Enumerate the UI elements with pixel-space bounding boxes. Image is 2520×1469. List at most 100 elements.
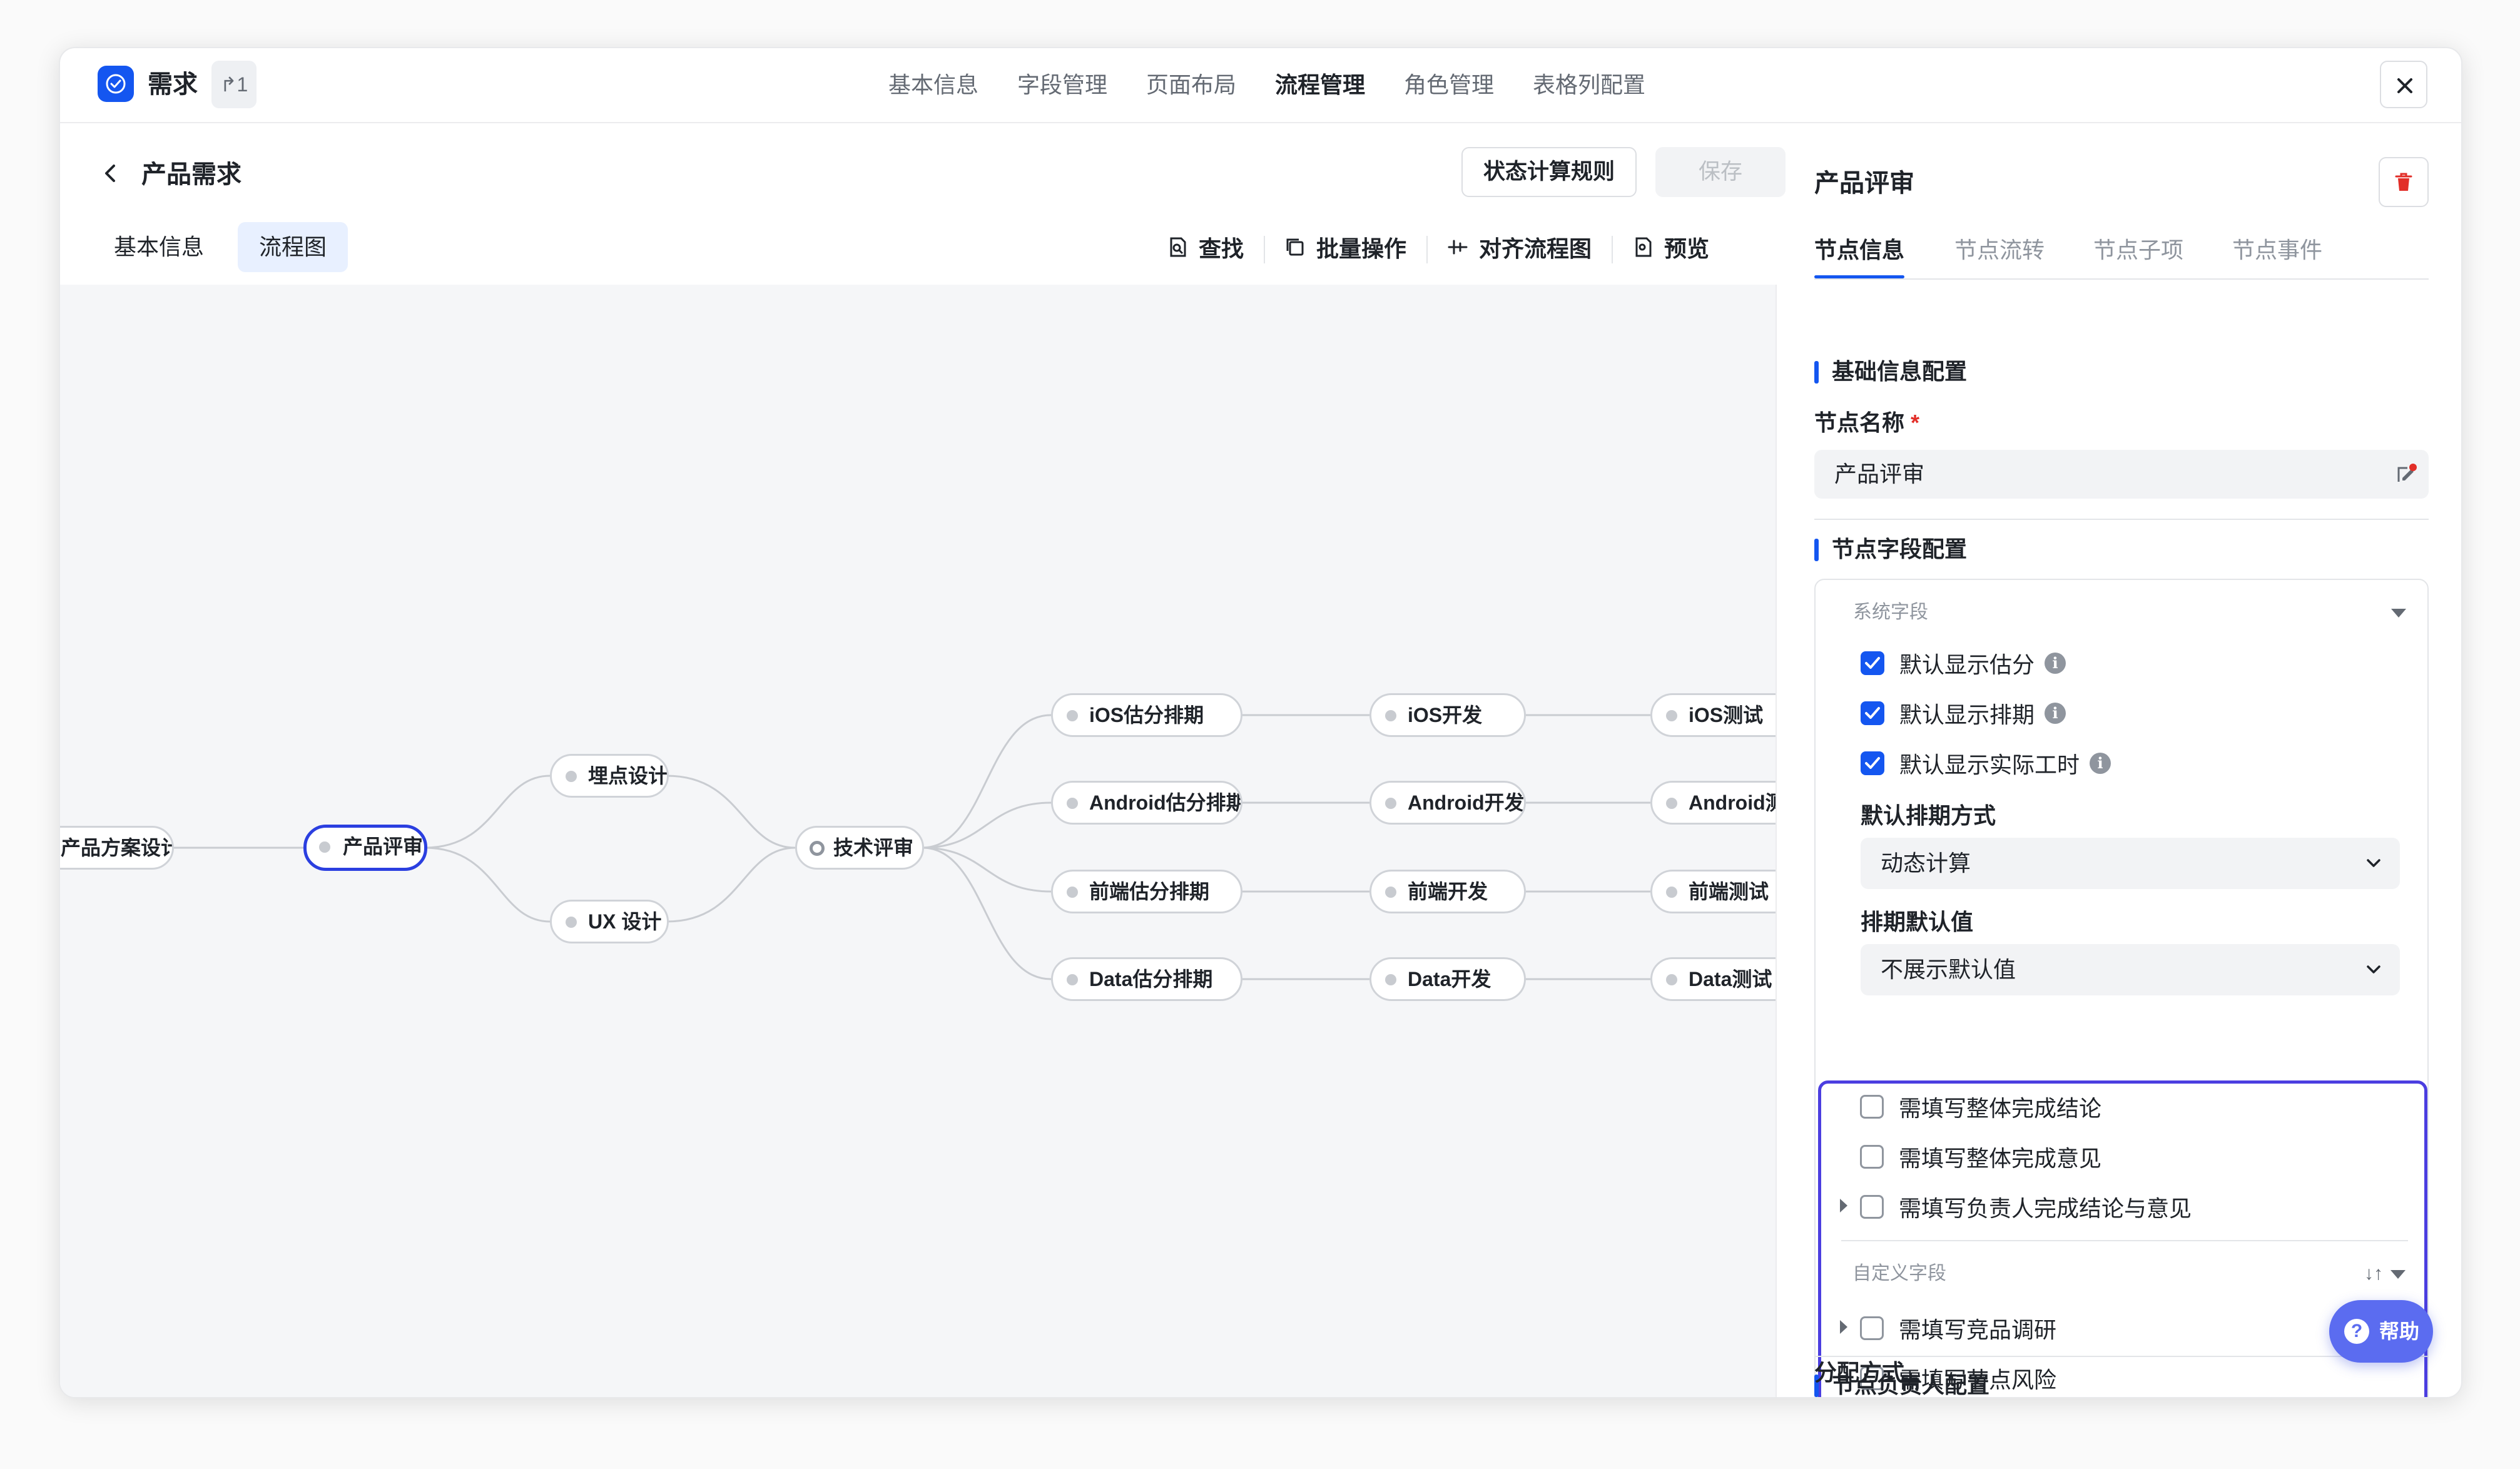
flow-node-label: 产品方案设计 (61, 836, 174, 859)
node-dot (1067, 798, 1078, 809)
flow-node[interactable]: Android开发 (1369, 781, 1526, 825)
find-icon (1170, 237, 1186, 257)
flow-node[interactable]: 产品方案设计 (60, 826, 174, 870)
collapse-caret-icon[interactable] (2391, 609, 2406, 618)
flow-node[interactable]: iOS开发 (1369, 693, 1526, 737)
nav-tab-basic-info[interactable]: 基本信息 (888, 48, 978, 122)
flow-canvas[interactable]: 产品方案设计 产品评审 埋点设计 UX 设计 技术评审 iOS估分排期 Andr… (60, 285, 1777, 1397)
checkbox-checked[interactable] (1861, 651, 1884, 675)
checkbox-unchecked[interactable] (1860, 1095, 1884, 1119)
flow-node[interactable]: iOS估分排期 (1051, 693, 1242, 737)
preview-button[interactable]: 预览 (1612, 231, 1729, 263)
tab-node-transition[interactable]: 节点流转 (1954, 228, 2045, 272)
flow-node[interactable]: 前端测试 (1650, 870, 1776, 913)
find-button[interactable]: 查找 (1146, 231, 1264, 263)
check-label: 默认显示排期 (1899, 702, 2035, 728)
subtab-flowchart[interactable]: 流程图 (238, 222, 348, 272)
checkbox-unchecked[interactable] (1860, 1195, 1884, 1219)
align-flow-label: 对齐流程图 (1479, 236, 1592, 262)
expand-caret-icon[interactable] (1840, 1199, 1847, 1212)
info-icon[interactable]: i (2045, 653, 2066, 674)
flow-node[interactable]: Android估分排期 (1051, 781, 1242, 825)
flow-node-label: Android测试 (1689, 791, 1776, 814)
sort-icon[interactable]: ↓↑ (2364, 1260, 2383, 1288)
align-flow-button[interactable]: 对齐流程图 (1426, 231, 1612, 263)
help-icon: ? (2344, 1319, 2369, 1344)
check-row-overall-opinion[interactable]: 需填写整体完成意见 (1860, 1141, 2101, 1172)
flow-node-label: 技术评审 (833, 836, 914, 859)
check-row-competitor-research[interactable]: 需填写竞品调研 (1860, 1313, 2056, 1344)
flow-node[interactable]: 前端估分排期 (1051, 870, 1242, 913)
section-field-config: 节点字段配置 (1814, 534, 1967, 565)
flow-node-selected[interactable]: 产品评审 (303, 825, 427, 871)
copy-icon (1286, 238, 1304, 256)
node-name-input[interactable]: 产品评审 (1814, 450, 2429, 499)
flow-node[interactable]: Data开发 (1369, 957, 1526, 1001)
flow-node[interactable]: Android测试 (1650, 781, 1776, 825)
custom-fields-header: 自定义字段 (1852, 1263, 1946, 1284)
check-row-show-schedule[interactable]: 默认显示排期 i (1861, 698, 2066, 729)
checkbox-checked[interactable] (1861, 751, 1884, 775)
node-dot (1666, 710, 1677, 721)
back-arrow-icon[interactable] (101, 161, 120, 186)
top-bar: 基本信息 字段管理 页面布局 流程管理 角色管理 表格列配置 需求 ↱1 (60, 48, 2461, 123)
node-dot (1385, 974, 1396, 985)
tab-node-subitems[interactable]: 节点子项 (2093, 228, 2183, 272)
flow-node-label: 前端估分排期 (1089, 880, 1210, 903)
batch-operation-label: 批量操作 (1316, 236, 1407, 262)
tab-node-events[interactable]: 节点事件 (2232, 228, 2322, 272)
canvas-toolbar: 查找 批量操作 对齐流程图 预览 (1146, 222, 1729, 272)
expand-caret-icon[interactable] (1840, 1320, 1847, 1334)
flow-node[interactable]: 前端开发 (1369, 870, 1526, 913)
collapse-caret-icon[interactable] (2390, 1270, 2406, 1279)
share-button[interactable]: ↱1 (211, 61, 257, 108)
schedule-mode-select[interactable]: 动态计算 (1861, 838, 2400, 889)
help-button[interactable]: ? 帮助 (2329, 1300, 2433, 1363)
checkbox-unchecked[interactable] (1860, 1316, 1884, 1340)
flow-node[interactable]: 埋点设计 (550, 754, 669, 798)
close-button[interactable] (2380, 61, 2427, 108)
status-rule-button[interactable]: 状态计算规则 (1461, 147, 1637, 197)
schedule-mode-value: 动态计算 (1881, 850, 1971, 876)
flow-node[interactable]: iOS测试 (1650, 693, 1776, 737)
check-row-show-estimate[interactable]: 默认显示估分 i (1861, 648, 2066, 679)
delete-node-button[interactable] (2379, 157, 2429, 207)
panel-title: 产品评审 (1814, 170, 1914, 197)
schedule-default-select[interactable]: 不展示默认值 (1861, 944, 2400, 995)
check-row-overall-conclusion[interactable]: 需填写整体完成结论 (1860, 1091, 2101, 1122)
subtab-basic-info[interactable]: 基本信息 (93, 222, 225, 272)
required-mark: * (1911, 410, 1920, 435)
nav-tab-layout[interactable]: 页面布局 (1146, 48, 1236, 122)
check-row-show-actual-hours[interactable]: 默认显示实际工时 i (1861, 748, 2111, 779)
edge (922, 714, 1052, 849)
flow-node-label: 产品评审 (343, 835, 424, 858)
system-fields-header: 系统字段 (1853, 602, 1928, 623)
app-logo-icon (98, 66, 134, 102)
edit-icon[interactable] (2395, 463, 2417, 485)
checkbox-unchecked[interactable] (1860, 1145, 1884, 1169)
nav-tab-table-columns[interactable]: 表格列配置 (1533, 48, 1645, 122)
schedule-default-label: 排期默认值 (1861, 909, 1974, 935)
field-config-box: 系统字段 默认显示估分 i 默认显示排期 i 默认显示实际工时 i 默认排期方式… (1814, 579, 2429, 1397)
nav-tab-fields[interactable]: 字段管理 (1017, 48, 1107, 122)
chevron-down-icon (2367, 965, 2380, 973)
flow-node[interactable]: UX 设计 (550, 900, 669, 943)
nav-tab-workflow[interactable]: 流程管理 (1275, 48, 1365, 122)
edge (666, 846, 796, 923)
batch-operation-button[interactable]: 批量操作 (1264, 231, 1426, 263)
share-count: 1 (236, 73, 248, 96)
edge (922, 846, 1052, 893)
check-row-owner-conclusion[interactable]: 需填写负责人完成结论与意见 (1860, 1191, 2192, 1222)
checkbox-checked[interactable] (1861, 701, 1884, 725)
flow-node[interactable]: Data测试 (1650, 957, 1776, 1001)
top-nav: 基本信息 字段管理 页面布局 流程管理 角色管理 表格列配置 (60, 48, 2461, 122)
nav-tab-roles[interactable]: 角色管理 (1404, 48, 1494, 122)
edge (666, 775, 796, 849)
save-button[interactable]: 保存 (1655, 147, 1786, 197)
info-icon[interactable]: i (2045, 703, 2066, 724)
flow-node[interactable]: Data估分排期 (1051, 957, 1242, 1001)
info-icon[interactable]: i (2090, 753, 2111, 774)
flow-node-label: iOS估分排期 (1089, 704, 1204, 726)
flow-node[interactable]: 技术评审 (795, 826, 924, 870)
tab-node-info[interactable]: 节点信息 (1814, 228, 1905, 278)
